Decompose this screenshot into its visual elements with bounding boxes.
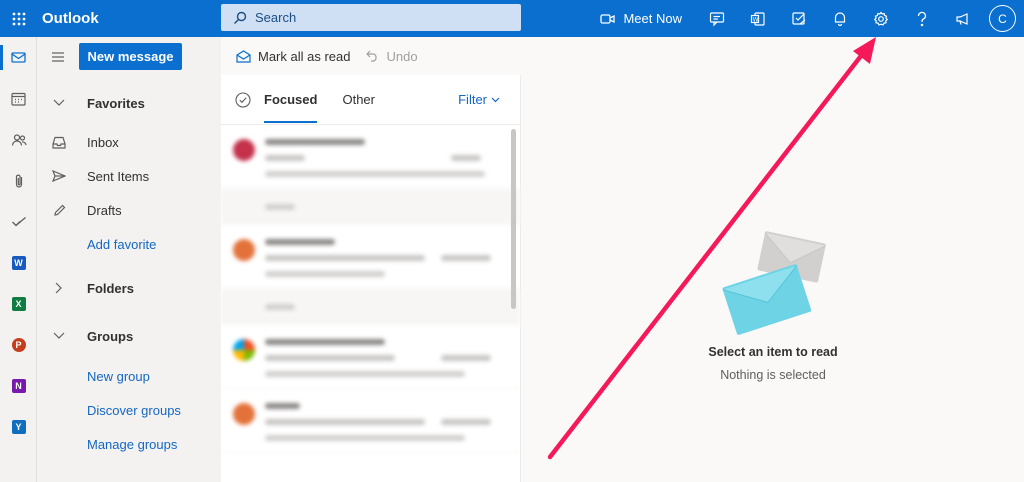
add-favorite-link[interactable]: Add favorite: [37, 233, 221, 255]
meet-now-label: Meet Now: [623, 11, 682, 26]
inbox-tabs: Focused Other Filter: [221, 75, 520, 125]
filter-button[interactable]: Filter: [458, 92, 500, 107]
message-item[interactable]: [221, 125, 520, 189]
chevron-down-icon: [37, 99, 81, 107]
nav-item-drafts[interactable]: Drafts: [37, 197, 221, 223]
app-launcher-icon[interactable]: [0, 0, 38, 37]
date-divider: [221, 189, 520, 225]
todo-check-icon[interactable]: [0, 201, 37, 242]
envelopes-illustration: [722, 231, 826, 335]
new-group-link[interactable]: New group: [37, 365, 221, 387]
favorites-label: Favorites: [87, 95, 145, 111]
new-message-button[interactable]: New message: [79, 43, 182, 70]
search-placeholder: Search: [255, 10, 297, 25]
search-icon: [234, 11, 247, 24]
word-app-icon[interactable]: W: [0, 242, 37, 283]
reading-pane: Select an item to read Nothing is select…: [522, 75, 1024, 482]
settings-gear-icon[interactable]: [860, 0, 901, 37]
sent-items-label: Sent Items: [87, 168, 150, 184]
meet-now-button[interactable]: Meet Now: [594, 0, 696, 37]
chevron-right-icon: [37, 282, 81, 294]
powerpoint-app-icon[interactable]: P: [0, 324, 37, 365]
discover-groups-link[interactable]: Discover groups: [37, 399, 221, 421]
calendar-icon[interactable]: [0, 78, 37, 119]
mail-icon[interactable]: [0, 37, 37, 78]
pencil-icon: [37, 204, 81, 217]
todo-icon[interactable]: [778, 0, 819, 37]
empty-state-subtitle: Nothing is selected: [720, 368, 826, 382]
app-rail: W X P N Y: [0, 37, 37, 482]
filter-label: Filter: [458, 92, 487, 107]
undo-icon: [366, 50, 378, 62]
skype-chat-icon[interactable]: [696, 0, 737, 37]
account-avatar[interactable]: C: [989, 5, 1016, 32]
message-item[interactable]: [221, 225, 520, 289]
top-bar: Outlook Search Meet Now W C: [0, 0, 1024, 37]
word-icon[interactable]: W: [737, 0, 778, 37]
onenote-app-icon[interactable]: N: [0, 365, 37, 406]
folders-header[interactable]: Folders: [37, 275, 221, 301]
chevron-down-icon: [37, 332, 81, 340]
attachment-paperclip-icon[interactable]: [0, 160, 37, 201]
open-envelope-icon: [236, 49, 251, 63]
undo-button[interactable]: Undo: [366, 48, 418, 64]
favorites-header[interactable]: Favorites: [37, 90, 221, 116]
excel-app-icon[interactable]: X: [0, 283, 37, 324]
app-title[interactable]: Outlook: [42, 10, 218, 27]
folder-pane: Favorites Inbox Sent Items Drafts Add fa…: [37, 37, 221, 482]
send-icon: [37, 170, 81, 182]
search-input[interactable]: Search: [221, 4, 521, 31]
date-divider: [221, 289, 520, 325]
feedback-megaphone-icon[interactable]: [942, 0, 983, 37]
nav-item-inbox[interactable]: Inbox: [37, 129, 221, 155]
groups-header[interactable]: Groups: [37, 323, 221, 349]
empty-state-title: Select an item to read: [708, 345, 838, 359]
collapse-nav-hamburger-icon[interactable]: [48, 47, 68, 67]
drafts-label: Drafts: [87, 202, 122, 218]
inbox-icon: [37, 136, 81, 149]
mark-all-read-label: Mark all as read: [258, 48, 351, 64]
tab-focused[interactable]: Focused: [264, 75, 318, 125]
undo-label: Undo: [386, 48, 418, 64]
message-item[interactable]: [221, 325, 520, 389]
help-icon[interactable]: [901, 0, 942, 37]
svg-text:W: W: [752, 17, 758, 23]
manage-groups-link[interactable]: Manage groups: [37, 433, 221, 455]
chevron-down-icon: [491, 97, 500, 102]
people-icon[interactable]: [0, 119, 37, 160]
tab-other[interactable]: Other: [342, 75, 375, 125]
message-list-scrollbar[interactable]: [511, 129, 516, 309]
mark-all-read-button[interactable]: Mark all as read: [236, 49, 350, 64]
message-list: Focused Other Filter: [221, 75, 521, 482]
video-camera-icon: [600, 13, 616, 24]
message-item[interactable]: [221, 389, 520, 453]
groups-label: Groups: [87, 328, 134, 344]
inbox-label: Inbox: [87, 134, 119, 150]
folders-label: Folders: [87, 280, 134, 296]
notifications-bell-icon[interactable]: [819, 0, 860, 37]
command-bar: Mark all as read Undo: [221, 37, 1024, 75]
nav-item-sent-items[interactable]: Sent Items: [37, 163, 221, 189]
yammer-app-icon[interactable]: Y: [0, 406, 37, 447]
select-all-checkmark-icon[interactable]: [235, 91, 251, 108]
